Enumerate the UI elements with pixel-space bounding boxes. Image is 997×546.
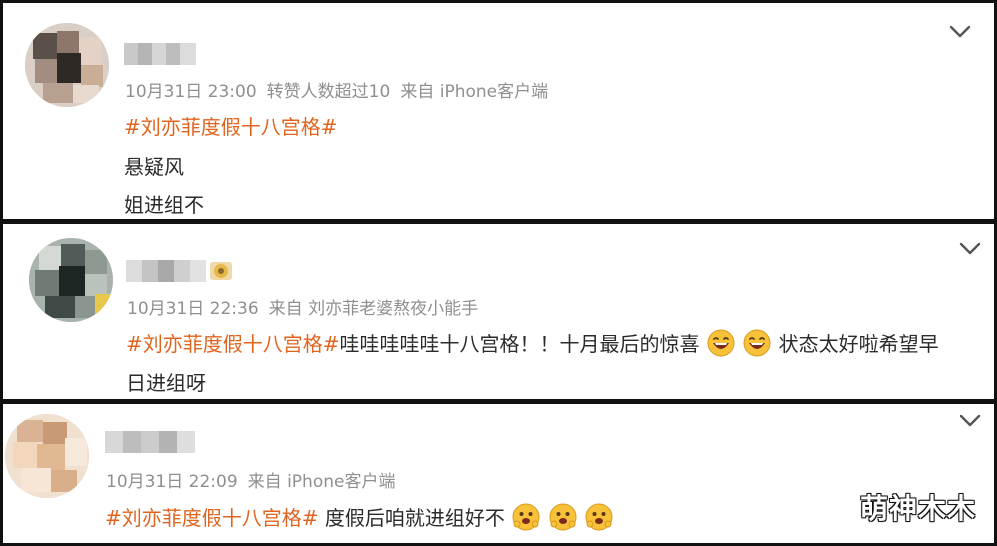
scared-emoji-icon	[549, 503, 577, 531]
comment-date: 10月31日 22:36	[127, 299, 259, 319]
chevron-down-icon[interactable]	[959, 242, 981, 256]
hashtag-link[interactable]: #刘亦菲度假十八宫格#	[105, 506, 319, 530]
username-blurred[interactable]	[105, 431, 195, 453]
comment-text-line: 悬疑风	[124, 155, 184, 179]
comment-hashtag-line: #刘亦菲度假十八宫格#	[124, 111, 338, 140]
comment-text: 状态太好啦希望早	[778, 332, 939, 356]
scared-emoji-icon	[512, 503, 540, 531]
comment-card: 10月31日 23:00 转赞人数超过10 来自 iPhone客户端 #刘亦菲度假十…	[0, 0, 997, 222]
comment-source[interactable]: 来自 iPhone客户端	[400, 82, 548, 102]
hashtag-link[interactable]: #刘亦菲度假十八宫格#	[124, 115, 338, 139]
comment-meta: 10月31日 23:00 转赞人数超过10 来自 iPhone客户端	[125, 77, 558, 102]
comment-meta: 10月31日 22:09 来自 iPhone客户端	[106, 467, 405, 492]
chevron-down-icon[interactable]	[949, 25, 971, 39]
comment-feed: 10月31日 23:00 转赞人数超过10 来自 iPhone客户端 #刘亦菲度假十…	[0, 0, 997, 546]
hashtag-link[interactable]: #刘亦菲度假十八宫格#	[126, 332, 340, 356]
comment-text-line: #刘亦菲度假十八宫格#哇哇哇哇哇十八宫格！！十月最后的惊喜 状态太好啦希望早	[126, 328, 939, 357]
comment-likes: 转赞人数超过10	[266, 82, 391, 102]
avatar[interactable]	[29, 238, 113, 322]
comment-meta: 10月31日 22:36 来自 刘亦菲老婆熬夜小能手	[127, 294, 488, 319]
comment-source[interactable]: 来自 刘亦菲老婆熬夜小能手	[269, 299, 478, 319]
comment-card: 10月31日 22:36 来自 刘亦菲老婆熬夜小能手 #刘亦菲度假十八宫格#哇哇哇…	[0, 221, 997, 402]
laughing-emoji-icon	[743, 329, 771, 357]
comment-text-line: 日进组呀	[126, 371, 206, 395]
avatar[interactable]	[5, 414, 89, 498]
username-blurred[interactable]	[124, 43, 196, 65]
username-blurred[interactable]	[126, 260, 206, 282]
comment-text: 度假后咱就进组好不	[324, 506, 505, 530]
comment-text-line: #刘亦菲度假十八宫格# 度假后咱就进组好不	[105, 502, 614, 531]
member-badge-icon[interactable]	[209, 259, 233, 283]
comment-date: 10月31日 23:00	[125, 82, 257, 102]
avatar[interactable]	[25, 23, 109, 107]
comment-card: 10月31日 22:09 来自 iPhone客户端 #刘亦菲度假十八宫格# 度假后…	[0, 401, 997, 546]
chevron-down-icon[interactable]	[959, 414, 981, 428]
comment-text: 哇哇哇哇哇十八宫格！！十月最后的惊喜	[339, 332, 700, 356]
comment-date: 10月31日 22:09	[106, 472, 238, 492]
scared-emoji-icon	[585, 503, 613, 531]
watermark: 萌神木木	[859, 492, 976, 525]
comment-text-line: 姐进组不	[124, 193, 204, 217]
laughing-emoji-icon	[707, 329, 735, 357]
comment-source[interactable]: 来自 iPhone客户端	[248, 472, 396, 492]
